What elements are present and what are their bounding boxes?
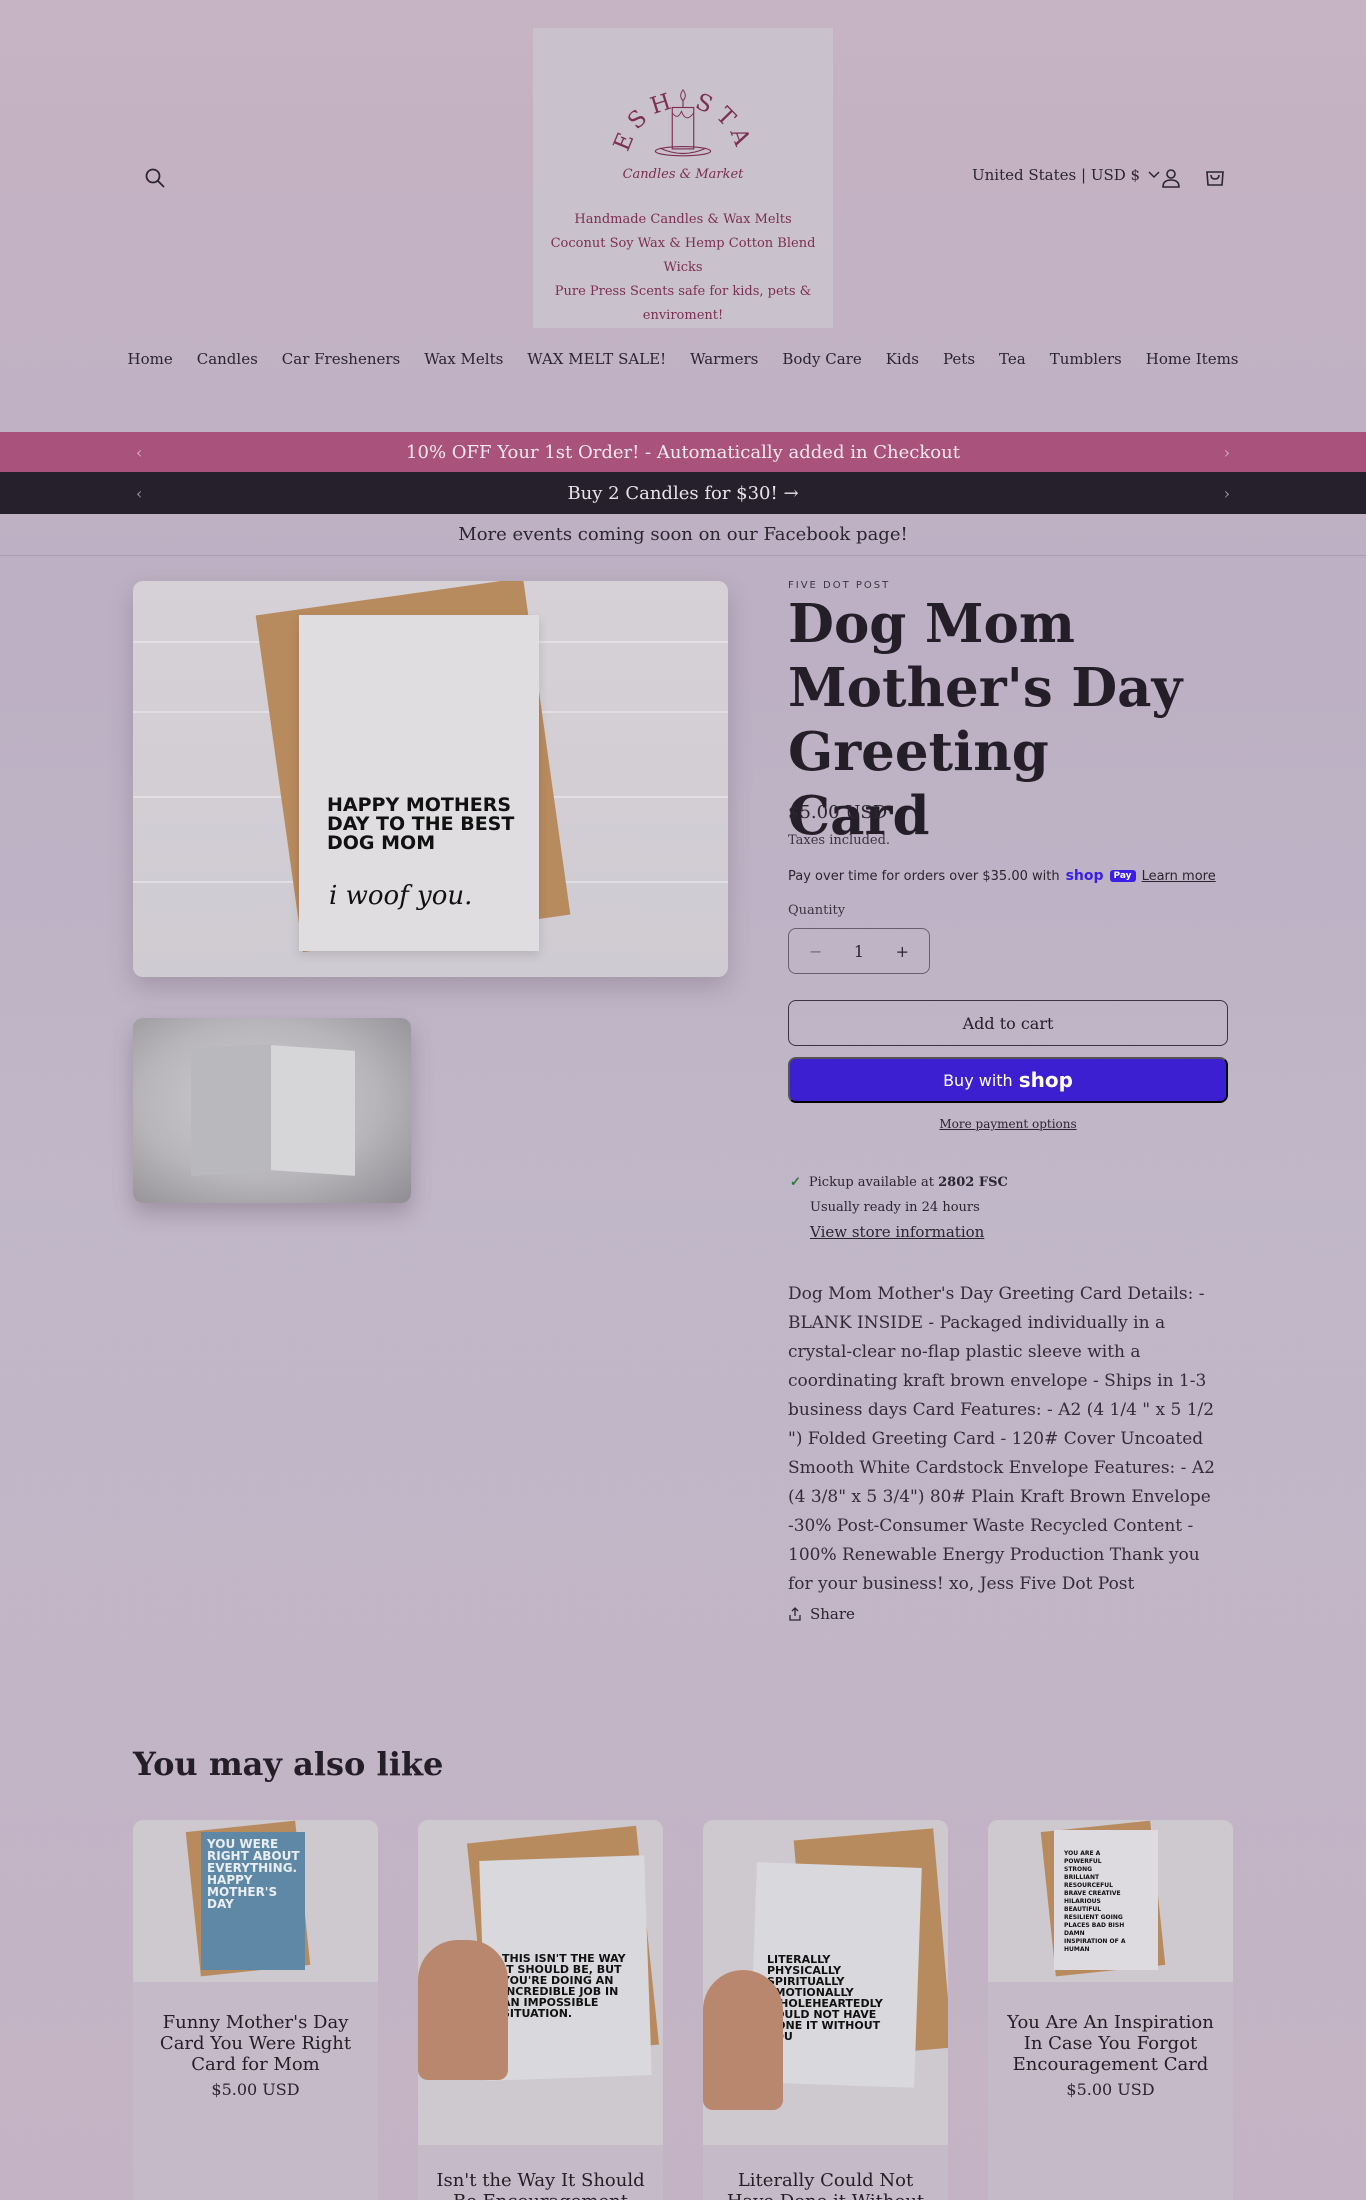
product-card-image: LITERALLY PHYSICALLY SPIRITUALLY EMOTION… (703, 1820, 948, 2145)
nav-car-fresheners[interactable]: Car Fresheners (270, 350, 412, 368)
logo-line: Pure Press Scents safe for kids, pets & … (554, 284, 812, 323)
recommendations-heading: You may also like (133, 1745, 444, 1783)
nav-pets[interactable]: Pets (931, 350, 987, 368)
promo-text: 10% OFF Your 1st Order! - Automatically … (406, 441, 960, 463)
buy-with-label: Buy with (943, 1070, 1013, 1090)
product-vendor: FIVE DOT POST (788, 580, 891, 591)
card-message: HAPPY MOTHERS DAY TO THE BEST DOG MOM (327, 794, 515, 854)
product-thumbnail[interactable] (133, 1018, 411, 1203)
events-announcement-bar: More events coming soon on our Facebook … (0, 514, 1366, 556)
quantity-stepper: − 1 + (788, 928, 930, 974)
logo-brand: FRESH START (594, 50, 750, 156)
learn-more-link[interactable]: Learn more (1142, 869, 1216, 884)
hand (703, 1970, 783, 2110)
product-card-title[interactable]: You Are An Inspiration In Case You Forgo… (998, 2012, 1223, 2075)
deal-text[interactable]: Buy 2 Candles for $30! → (567, 483, 798, 504)
card-message: LITERALLY PHYSICALLY SPIRITUALLY EMOTION… (767, 1953, 883, 2042)
tax-note: Taxes included. (788, 833, 891, 848)
add-to-cart-button[interactable]: Add to cart (788, 1000, 1228, 1046)
product-card-image: YOU ARE A POWERFUL STRONG BRILLIANT RESO… (988, 1820, 1233, 1982)
product-card-price: $5.00 USD (1066, 2080, 1155, 2099)
share-icon (789, 1607, 801, 1621)
checkmark-icon: ✓ (790, 1175, 801, 1190)
nav-tumblers[interactable]: Tumblers (1038, 350, 1134, 368)
search-icon[interactable] (144, 167, 166, 189)
quantity-decrease-button[interactable]: − (809, 942, 822, 961)
product-card-price: $5.00 USD (211, 2080, 300, 2099)
main-nav: Home Candles Car Fresheners Wax Melts WA… (0, 350, 1366, 368)
product-card[interactable]: LITERALLY PHYSICALLY SPIRITUALLY EMOTION… (703, 1820, 948, 2200)
card-message: YOU WERE RIGHT ABOUT EVERYTHING. HAPPY M… (207, 1837, 300, 1911)
buy-with-shop-button[interactable]: Buy with shop (788, 1057, 1228, 1103)
nav-tea[interactable]: Tea (987, 350, 1038, 368)
store-logo[interactable]: FRESH START Candles & Market Handmade Ca… (533, 28, 833, 328)
share-label: Share (810, 1605, 855, 1623)
pickup-location: 2802 FSC (938, 1175, 1008, 1190)
product-description: Dog Mom Mother's Day Greeting Card Detai… (788, 1284, 1215, 1594)
site-header: FRESH START Candles & Market Handmade Ca… (0, 0, 1366, 430)
product-card-image: THIS ISN'T THE WAY IT SHOULD BE, BUT YOU… (418, 1820, 663, 2145)
nav-warmers[interactable]: Warmers (678, 350, 770, 368)
more-payment-options-link[interactable]: More payment options (788, 1117, 1228, 1131)
chevron-left-icon[interactable]: ‹ (136, 443, 142, 462)
nav-kids[interactable]: Kids (874, 350, 931, 368)
logo-description: Handmade Candles & Wax Melts Coconut Soy… (533, 208, 833, 328)
pickup-availability: ✓ Pickup available at 2802 FSC Usually r… (790, 1170, 1008, 1245)
logo-line: Coconut Soy Wax & Hemp Cotton Blend Wick… (550, 236, 816, 275)
cart-icon[interactable] (1204, 166, 1226, 188)
product-main-image[interactable]: HAPPY MOTHERS DAY TO THE BEST DOG MOM i … (133, 581, 728, 977)
deal-announcement-bar[interactable]: ‹ Buy 2 Candles for $30! → › (0, 472, 1366, 514)
view-store-link[interactable]: View store information (790, 1220, 1008, 1245)
chevron-right-icon[interactable]: › (1224, 484, 1230, 503)
logo-emblem: FRESH START (594, 50, 757, 157)
quantity-increase-button[interactable]: + (896, 942, 909, 961)
product-card-title[interactable]: Literally Could Not Have Done it Without (713, 2170, 938, 2200)
nav-body-care[interactable]: Body Care (770, 350, 873, 368)
events-text: More events coming soon on our Facebook … (458, 524, 908, 545)
shop-pay-text: Pay over time for orders over $35.00 wit… (788, 868, 1060, 884)
shop-logo: shop (1018, 1068, 1073, 1092)
pickup-prefix: Pickup available at (808, 1175, 934, 1190)
product-card-image: YOU WERE RIGHT ABOUT EVERYTHING. HAPPY M… (133, 1820, 378, 1982)
open-card-right (271, 1045, 355, 1176)
svg-text:FRESH START: FRESH START (594, 50, 757, 156)
card-message: YOU ARE A POWERFUL STRONG BRILLIANT RESO… (1064, 1850, 1126, 1953)
shop-pay-installments: Pay over time for orders over $35.00 wit… (788, 868, 1216, 884)
nav-wax-melts[interactable]: Wax Melts (412, 350, 515, 368)
logo-line: Handmade Candles & Wax Melts (574, 212, 792, 227)
country-selector[interactable]: United States | USD $ (972, 166, 1160, 184)
pickup-ready-time: Usually ready in 24 hours (810, 1200, 980, 1215)
quantity-label: Quantity (788, 903, 846, 918)
share-button[interactable]: Share (788, 1605, 855, 1623)
chevron-down-icon (1148, 171, 1160, 179)
product-card-title[interactable]: Funny Mother's Day Card You Were Right C… (143, 2012, 368, 2075)
shop-pay-badge: Pay (1109, 870, 1136, 882)
product-price: $5.00 USD (788, 802, 888, 823)
product-card[interactable]: YOU ARE A POWERFUL STRONG BRILLIANT RESO… (988, 1820, 1233, 2200)
quantity-input[interactable]: 1 (854, 942, 864, 961)
product-card-title[interactable]: Isn't the Way It Should Be Encouragement (428, 2170, 653, 2200)
nav-wax-melt-sale[interactable]: WAX MELT SALE! (515, 350, 678, 368)
shop-pay-logo: shop (1065, 868, 1104, 884)
nav-candles[interactable]: Candles (185, 350, 270, 368)
country-label: United States | USD $ (972, 166, 1141, 184)
card-message: THIS ISN'T THE WAY IT SHOULD BE, BUT YOU… (502, 1952, 626, 2020)
nav-home-items[interactable]: Home Items (1134, 350, 1251, 368)
chevron-left-icon[interactable]: ‹ (136, 484, 142, 503)
chevron-right-icon[interactable]: › (1224, 443, 1230, 462)
open-card-left (191, 1043, 273, 1177)
account-icon[interactable] (1160, 167, 1182, 189)
hand (418, 1940, 508, 2080)
nav-home[interactable]: Home (116, 350, 185, 368)
logo-tagline: Candles & Market (622, 167, 744, 182)
product-card[interactable]: THIS ISN'T THE WAY IT SHOULD BE, BUT YOU… (418, 1820, 663, 2200)
card-script: i woof you. (329, 881, 473, 911)
product-card[interactable]: YOU WERE RIGHT ABOUT EVERYTHING. HAPPY M… (133, 1820, 378, 2200)
promo-announcement-bar: ‹ 10% OFF Your 1st Order! - Automaticall… (0, 432, 1366, 472)
